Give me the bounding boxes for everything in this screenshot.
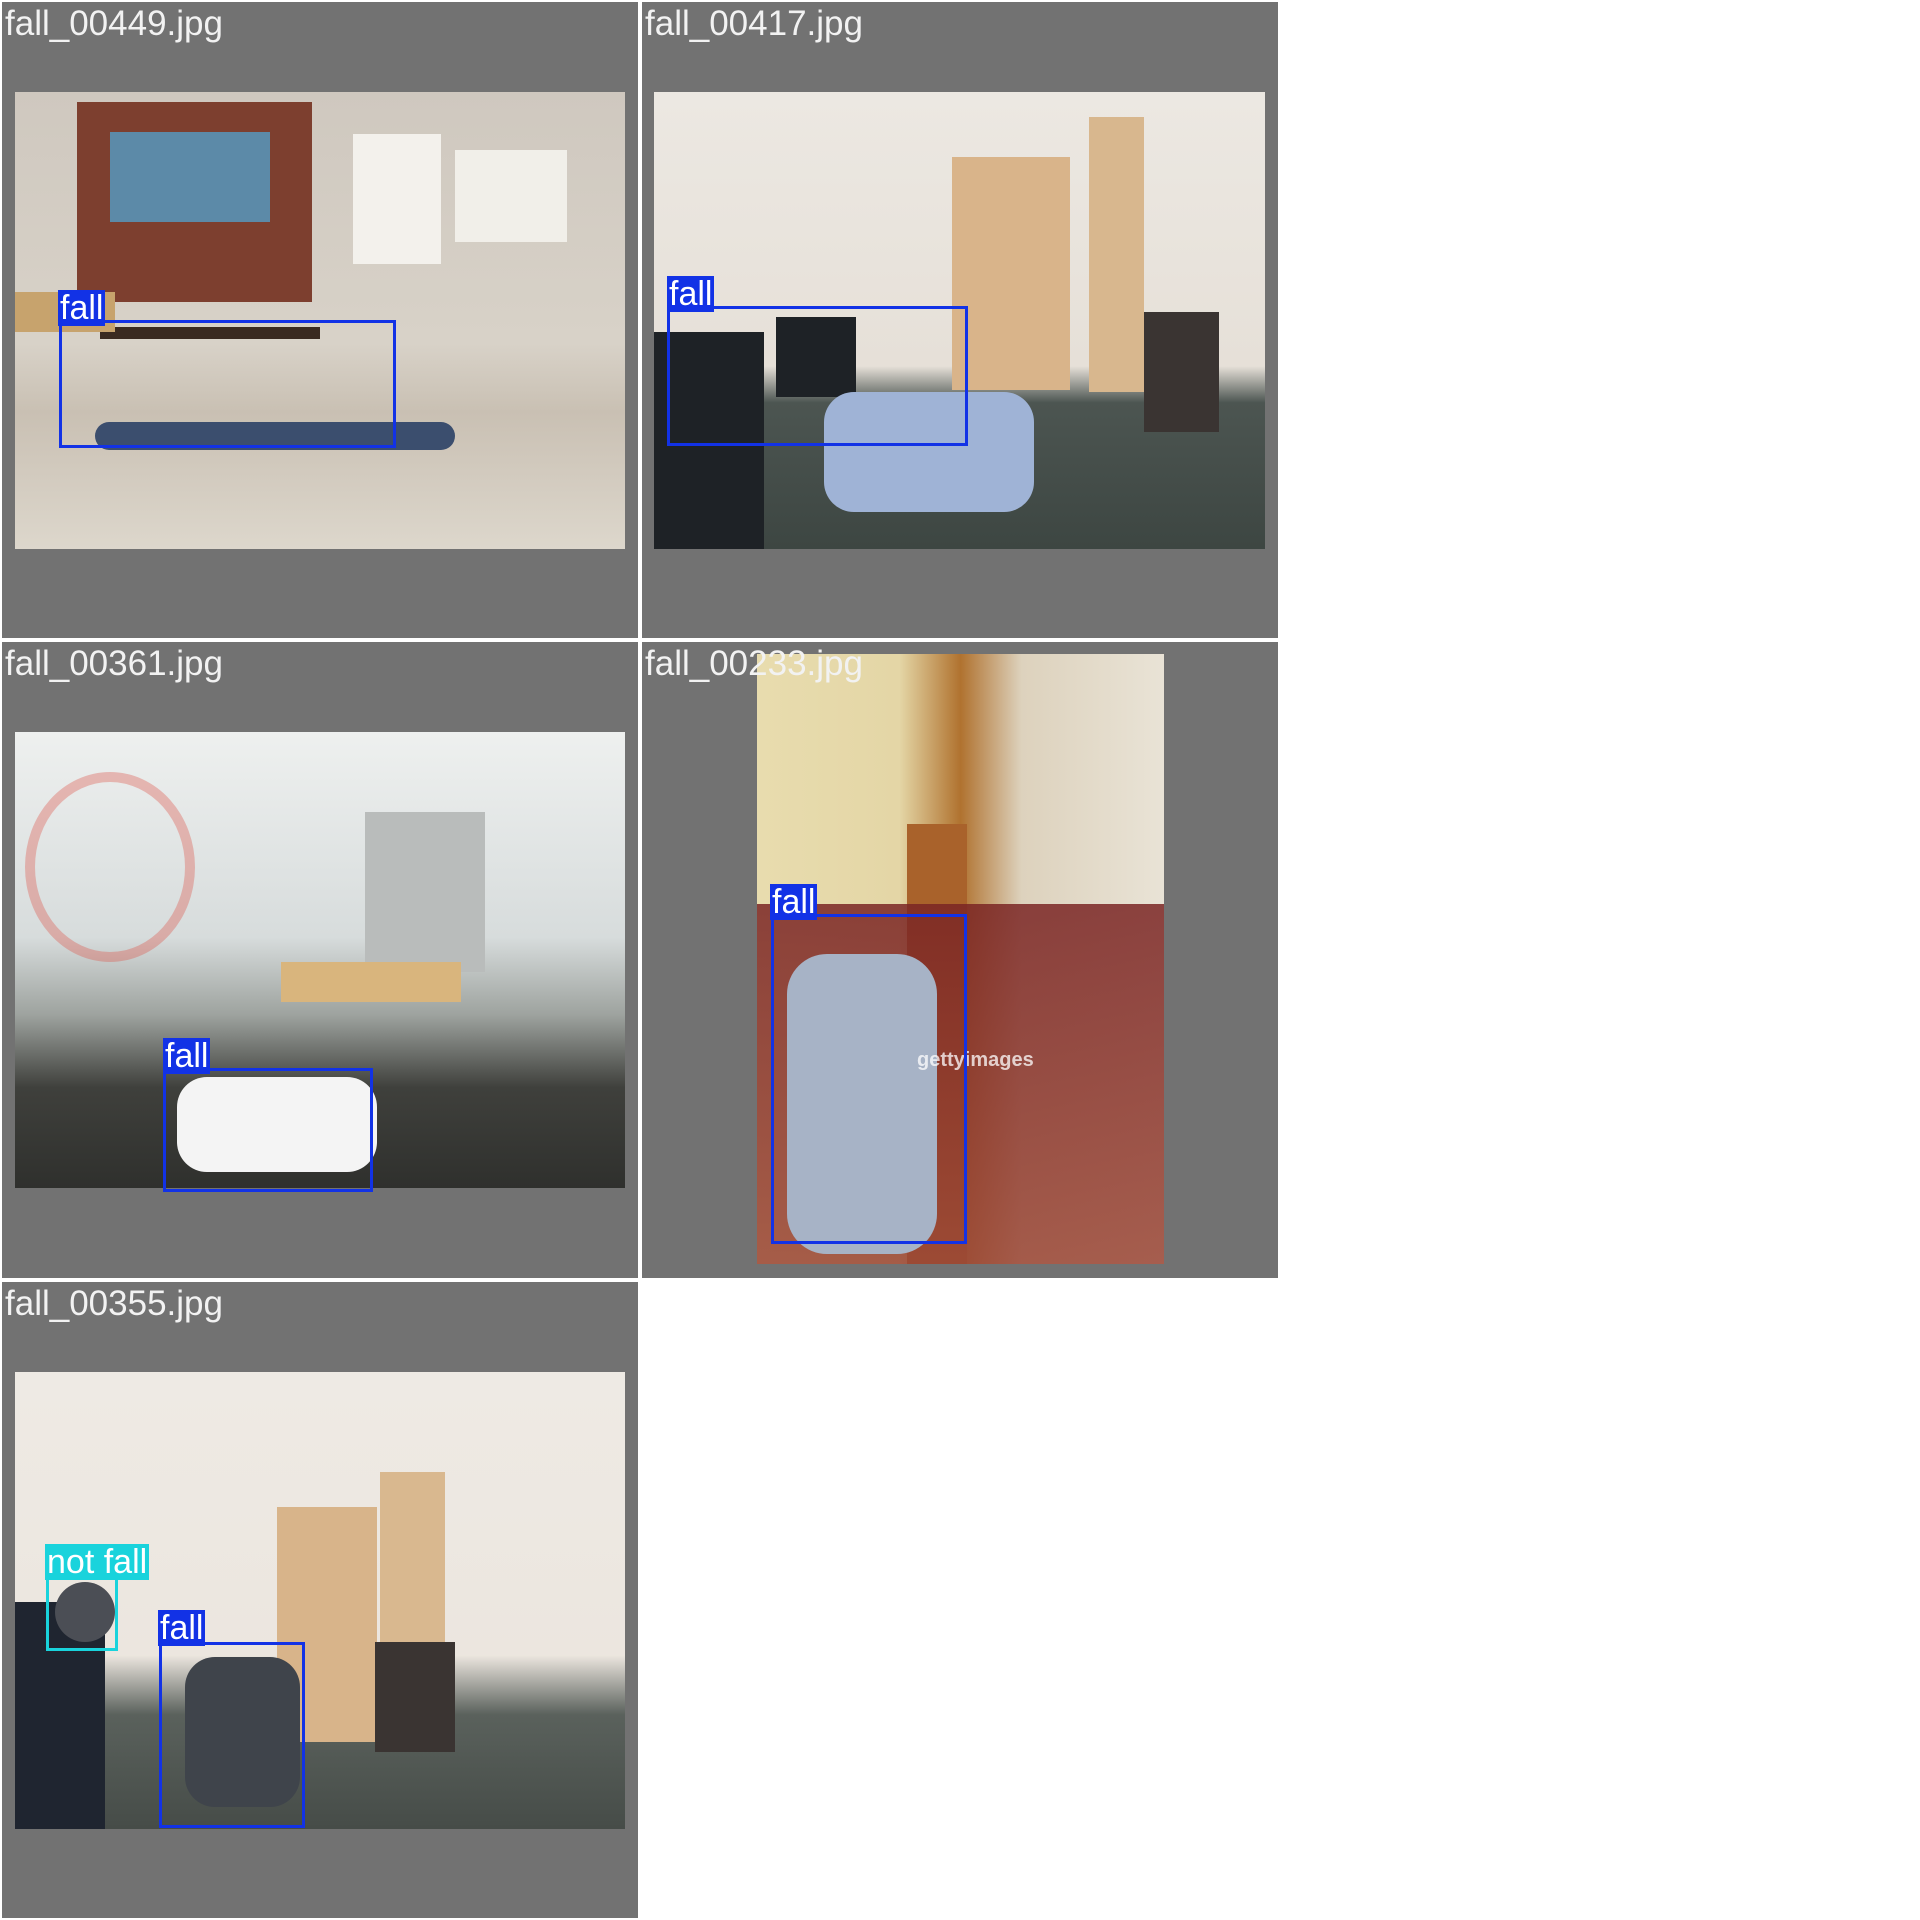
detection-label: fall [667, 275, 715, 313]
chair [1144, 312, 1219, 432]
detection-label: fall [58, 289, 106, 327]
bounding-box-fall [771, 914, 967, 1244]
bounding-box-fall [159, 1642, 305, 1828]
cabinet [1089, 117, 1144, 392]
bounding-box-fall [59, 320, 396, 448]
bounding-box-fall [667, 306, 968, 446]
poster [353, 134, 441, 264]
detection-label: fall [163, 1037, 211, 1075]
image-filename: fall_00361.jpg [5, 644, 223, 683]
image-tile: gettyimages fall fall_00233.jpg [642, 642, 1278, 1278]
detection-label: not fall [45, 1543, 150, 1581]
wall-painting [110, 132, 270, 222]
image-tile: not fall fall fall_00355.jpg [2, 1282, 638, 1918]
image-filename: fall_00233.jpg [645, 644, 863, 683]
image-filename: fall_00449.jpg [5, 4, 223, 43]
detection-label: fall [158, 1609, 206, 1647]
bounding-box-not-fall [46, 1574, 118, 1651]
bench [281, 962, 461, 1002]
wall-graphic [25, 772, 195, 962]
chair [375, 1642, 455, 1752]
poster [455, 150, 567, 242]
image-mosaic: fall fall_00449.jpg fall fall_00417.jpg … [0, 0, 1920, 1920]
bounding-box-fall [163, 1068, 373, 1192]
image-tile: fall fall_00449.jpg [2, 2, 638, 638]
image-tile: fall fall_00417.jpg [642, 2, 1278, 638]
door [952, 157, 1070, 390]
detection-label: fall [770, 883, 818, 921]
elevator [365, 812, 485, 972]
image-tile: fall fall_00361.jpg [2, 642, 638, 1278]
image-filename: fall_00417.jpg [645, 4, 863, 43]
image-filename: fall_00355.jpg [5, 1284, 223, 1323]
